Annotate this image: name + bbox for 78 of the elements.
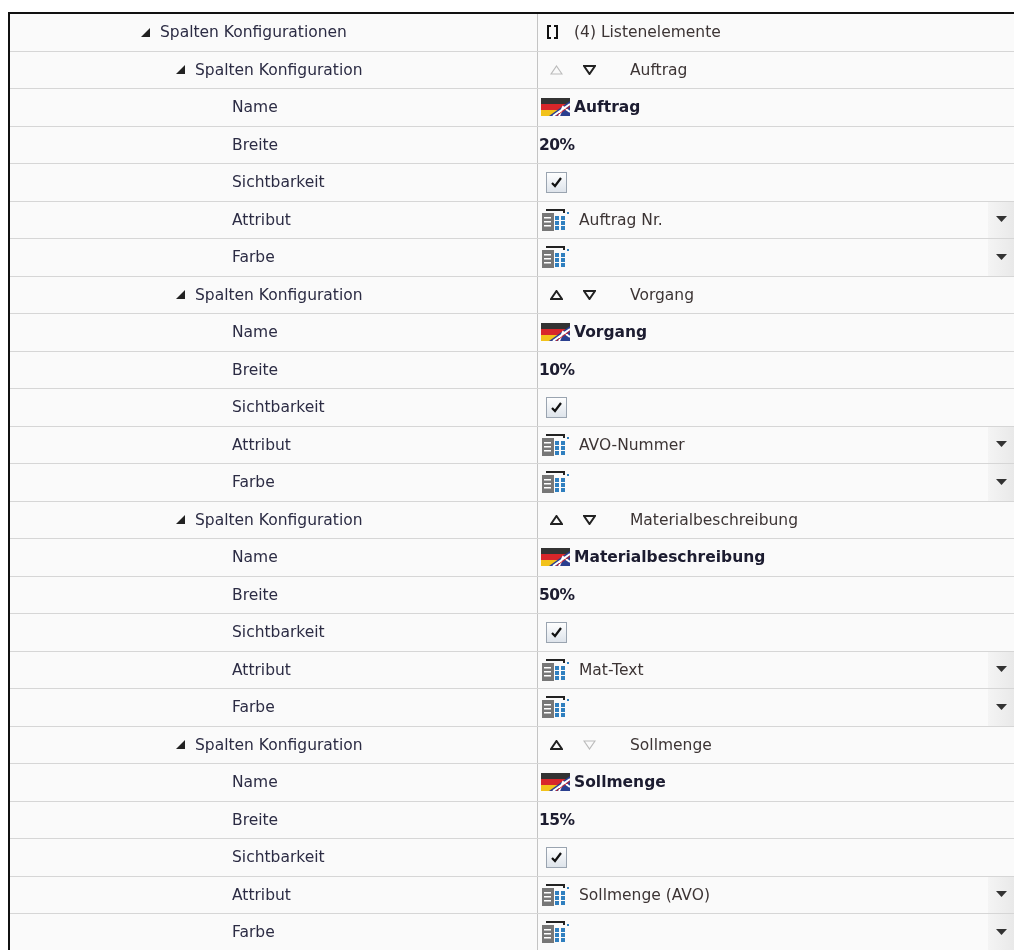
dropdown[interactable]: Sollmenge (AVO): [538, 876, 1014, 913]
property-label: Breite: [232, 810, 279, 829]
checkbox[interactable]: [546, 846, 567, 868]
dropdown[interactable]: Auftrag Nr.: [538, 201, 1014, 238]
table-icon: [542, 658, 569, 681]
checkbox[interactable]: [546, 171, 567, 193]
table-icon: [542, 433, 569, 456]
name-value[interactable]: Vorgang: [574, 323, 648, 342]
list-count: (4) Listenelemente: [574, 23, 721, 42]
caret-icon: [995, 216, 1007, 224]
move-up-icon[interactable]: [550, 514, 563, 525]
property-label: Spalten Konfigurationen: [160, 23, 347, 42]
flag-icon: [541, 773, 570, 792]
property-label: Spalten Konfiguration: [195, 60, 363, 79]
name-value[interactable]: Auftrag: [574, 98, 641, 117]
name-value[interactable]: Sollmenge: [574, 773, 666, 792]
property-label: Attribut: [232, 660, 291, 679]
property-label: Breite: [232, 585, 279, 604]
width-value[interactable]: 20%: [538, 135, 575, 154]
column-title: Auftrag: [630, 60, 688, 79]
dropdown[interactable]: Mat-Text: [538, 651, 1014, 688]
caret-icon: [995, 891, 1007, 899]
table-icon: [542, 246, 569, 269]
flag-icon: [541, 98, 570, 117]
property-label: Sichtbarkeit: [232, 848, 325, 867]
property-label: Spalten Konfiguration: [195, 510, 363, 529]
dropdown[interactable]: AVO-Nummer: [538, 426, 1014, 463]
move-down-icon[interactable]: [583, 514, 596, 525]
table-icon: [542, 208, 569, 231]
move-up-icon[interactable]: [550, 739, 563, 750]
flag-icon: [541, 548, 570, 567]
property-label: Sichtbarkeit: [232, 398, 325, 417]
column-title: Vorgang: [630, 285, 694, 304]
table-icon: [542, 883, 569, 906]
caret-icon: [995, 703, 1007, 711]
property-label: Name: [232, 323, 278, 342]
move-down-icon[interactable]: [583, 289, 596, 300]
property-label: Attribut: [232, 210, 291, 229]
caret-icon: [995, 441, 1007, 449]
property-label: Spalten Konfiguration: [195, 735, 363, 754]
expand-icon[interactable]: [175, 514, 186, 526]
checkbox[interactable]: [546, 396, 567, 418]
expand-icon[interactable]: [175, 64, 186, 76]
width-value[interactable]: 50%: [538, 585, 575, 604]
property-label: Farbe: [232, 698, 275, 717]
move-up-icon[interactable]: [550, 289, 563, 300]
width-value[interactable]: 10%: [538, 360, 575, 379]
property-label: Name: [232, 548, 278, 567]
width-value[interactable]: 15%: [538, 810, 575, 829]
table-icon: [542, 471, 569, 494]
property-label: Breite: [232, 135, 279, 154]
property-label: Sichtbarkeit: [232, 623, 325, 642]
expand-icon[interactable]: [175, 739, 186, 751]
name-value[interactable]: Materialbeschreibung: [574, 548, 766, 567]
property-label: Sichtbarkeit: [232, 173, 325, 192]
property-label: Spalten Konfiguration: [195, 285, 363, 304]
expand-icon[interactable]: [140, 26, 151, 38]
table-icon: [542, 921, 569, 944]
flag-icon: [541, 323, 570, 342]
property-label: Attribut: [232, 435, 291, 454]
caret-icon: [995, 253, 1007, 261]
caret-icon: [995, 478, 1007, 486]
property-label: Name: [232, 98, 278, 117]
column-title: Materialbeschreibung: [630, 510, 798, 529]
table-icon: [542, 696, 569, 719]
property-label: Farbe: [232, 923, 275, 942]
expand-icon[interactable]: [175, 289, 186, 301]
property-label: Farbe: [232, 248, 275, 267]
caret-icon: [995, 928, 1007, 936]
checkbox[interactable]: [546, 621, 567, 643]
column-title: Sollmenge: [630, 735, 712, 754]
caret-icon: [995, 666, 1007, 674]
property-label: Attribut: [232, 885, 291, 904]
property-label: Name: [232, 773, 278, 792]
list-icon: [546, 24, 559, 41]
property-label: Farbe: [232, 473, 275, 492]
property-label: Breite: [232, 360, 279, 379]
move-down-icon[interactable]: [583, 64, 596, 75]
